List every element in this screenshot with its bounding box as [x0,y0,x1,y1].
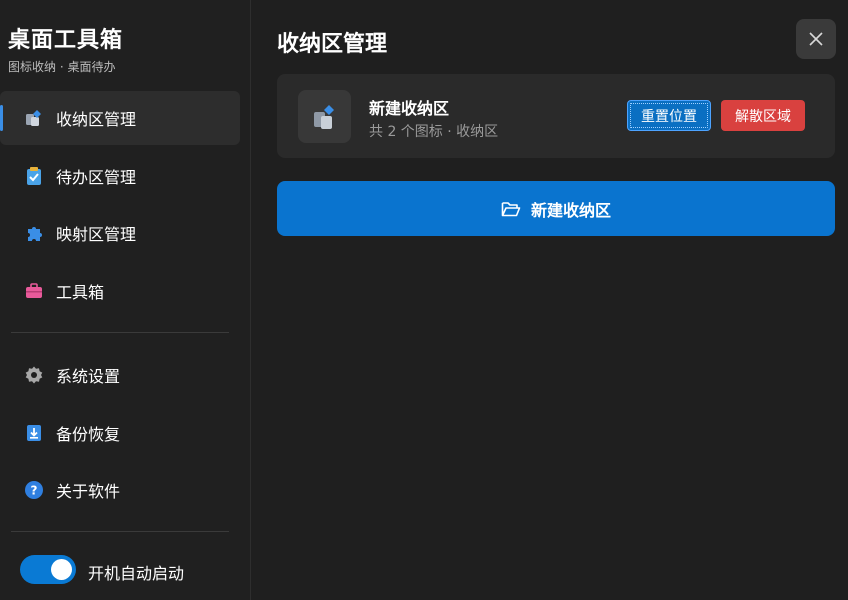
active-indicator [0,105,3,131]
zone-title: 新建收纳区 [369,99,450,118]
zone-subtitle: 共 2 个图标 · 收纳区 [369,124,499,140]
dissolve-zone-button[interactable]: 解散区域 [721,100,805,131]
sidebar-item-backup[interactable]: 备份恢复 [0,406,240,460]
autostart-label: 开机自动启动 [88,564,185,583]
sidebar-item-label: 关于软件 [56,482,121,501]
sidebar-item-about[interactable]: ? 关于软件 [0,463,240,517]
main-panel: 收纳区管理 新建收纳区 共 2 个图标 · 收纳区 重置位置 解散区域 新建收纳… [251,0,848,600]
new-storage-zone-label: 新建收纳区 [530,200,611,220]
page-title: 收纳区管理 [277,32,388,57]
sidebar-item-label: 收纳区管理 [56,110,137,129]
help-icon: ? [25,481,43,499]
storage-icon [26,110,41,126]
sidebar-item-label: 映射区管理 [56,225,137,244]
sidebar-item-label: 待办区管理 [56,168,137,187]
reset-position-button[interactable]: 重置位置 [627,100,711,131]
zone-icon-box [298,90,351,143]
sidebar-item-mapping[interactable]: 映射区管理 [0,206,240,260]
toggle-knob [51,559,72,580]
folder-open-icon [501,201,521,216]
gear-icon [25,366,43,384]
sidebar-item-settings[interactable]: 系统设置 [0,348,240,402]
toolbox-icon [26,283,42,298]
close-button[interactable] [796,19,836,59]
sidebar-divider [11,332,229,333]
clipboard-icon [27,167,41,185]
sidebar-item-label: 系统设置 [56,367,121,386]
sidebar-item-label: 工具箱 [56,283,105,302]
brand-subtitle: 图标收纳 · 桌面待办 [8,60,116,74]
backup-icon [27,425,41,441]
sidebar-divider [11,531,229,532]
close-icon [809,32,823,46]
sidebar-item-storage[interactable]: 收纳区管理 [0,91,240,145]
brand: 桌面工具箱 图标收纳 · 桌面待办 [8,22,123,75]
new-storage-zone-button[interactable]: 新建收纳区 [277,181,835,236]
puzzle-icon [28,227,42,241]
sidebar: 桌面工具箱 图标收纳 · 桌面待办 收纳区管理 待办区管理 映射区管理 工具箱 … [0,0,251,600]
sidebar-item-toolbox[interactable]: 工具箱 [0,264,240,318]
brand-title: 桌面工具箱 [8,28,124,53]
autostart-toggle[interactable] [20,555,76,584]
app-window: 桌面工具箱 图标收纳 · 桌面待办 收纳区管理 待办区管理 映射区管理 工具箱 … [0,0,848,600]
sidebar-item-todo[interactable]: 待办区管理 [0,149,240,203]
storage-icon [313,104,334,129]
storage-zone-card: 新建收纳区 共 2 个图标 · 收纳区 重置位置 解散区域 [277,74,835,158]
sidebar-item-label: 备份恢复 [56,425,121,444]
svg-text:?: ? [31,484,38,498]
